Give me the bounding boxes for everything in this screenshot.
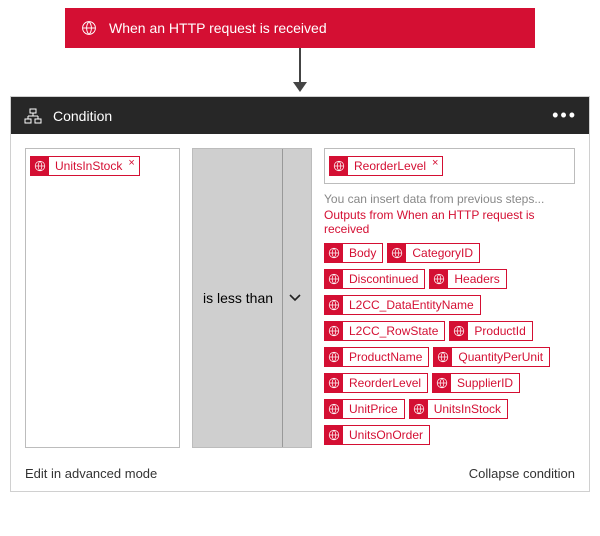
token-label: ReorderLevel [343, 374, 427, 392]
token-label: Body [343, 244, 382, 262]
http-globe-icon [325, 296, 343, 314]
outputs-token-pool: Body CategoryID Discontinued Headers L2CC_Da… [324, 240, 575, 448]
operator-select[interactable]: is less than [192, 148, 312, 448]
http-globe-icon [434, 348, 452, 366]
chevron-down-icon [282, 149, 301, 447]
output-token[interactable]: QuantityPerUnit [433, 347, 550, 367]
edit-advanced-link[interactable]: Edit in advanced mode [25, 466, 157, 481]
right-operand-input[interactable]: ReorderLevel × [324, 148, 575, 184]
operator-label: is less than [203, 290, 276, 306]
output-token[interactable]: CategoryID [387, 243, 480, 263]
http-globe-icon [325, 348, 343, 366]
http-globe-icon [79, 18, 99, 38]
collapse-condition-link[interactable]: Collapse condition [469, 466, 575, 481]
output-token[interactable]: UnitPrice [324, 399, 405, 419]
trigger-card[interactable]: When an HTTP request is received [65, 8, 535, 48]
more-menu-icon[interactable]: ••• [552, 105, 577, 126]
output-token[interactable]: L2CC_DataEntityName [324, 295, 481, 315]
token-label: UnitsInStock [428, 400, 507, 418]
left-operand-input[interactable]: UnitsInStock × [25, 148, 180, 448]
token-label: L2CC_RowState [343, 322, 444, 340]
http-globe-icon [433, 374, 451, 392]
output-token[interactable]: ReorderLevel [324, 373, 428, 393]
insert-hint: You can insert data from previous steps.… [324, 192, 575, 206]
http-globe-icon [325, 400, 343, 418]
output-token[interactable]: Body [324, 243, 383, 263]
token-label: Headers [448, 270, 505, 288]
token-label: ProductId [468, 322, 531, 340]
connector-arrow [0, 48, 600, 96]
output-token[interactable]: ProductId [449, 321, 532, 341]
http-globe-icon [325, 322, 343, 340]
http-globe-icon [325, 426, 343, 444]
output-token[interactable]: L2CC_RowState [324, 321, 445, 341]
output-token[interactable]: UnitsOnOrder [324, 425, 430, 445]
token-label: SupplierID [451, 374, 519, 392]
output-token[interactable]: ProductName [324, 347, 429, 367]
http-globe-icon [325, 270, 343, 288]
output-token[interactable]: Headers [429, 269, 506, 289]
http-globe-icon [325, 374, 343, 392]
http-globe-icon [450, 322, 468, 340]
token-label: UnitPrice [343, 400, 404, 418]
output-token[interactable]: Discontinued [324, 269, 425, 289]
token-right[interactable]: ReorderLevel × [329, 156, 443, 176]
http-globe-icon [31, 157, 49, 175]
token-left[interactable]: UnitsInStock × [30, 156, 140, 176]
token-label: UnitsInStock [49, 157, 128, 175]
condition-card: Condition ••• UnitsInStock × is less tha… [10, 96, 590, 492]
token-remove-icon[interactable]: × [128, 157, 138, 169]
http-globe-icon [330, 157, 348, 175]
http-globe-icon [430, 270, 448, 288]
output-token[interactable]: SupplierID [432, 373, 520, 393]
trigger-title: When an HTTP request is received [109, 20, 327, 36]
http-globe-icon [410, 400, 428, 418]
condition-header[interactable]: Condition ••• [11, 97, 589, 134]
token-label: ReorderLevel [348, 157, 432, 175]
outputs-title: Outputs from When an HTTP request is rec… [324, 208, 575, 236]
http-globe-icon [325, 244, 343, 262]
token-label: QuantityPerUnit [452, 348, 549, 366]
http-globe-icon [388, 244, 406, 262]
condition-title: Condition [53, 108, 552, 124]
token-label: L2CC_DataEntityName [343, 296, 480, 314]
output-token[interactable]: UnitsInStock [409, 399, 508, 419]
condition-icon [23, 106, 43, 126]
token-label: CategoryID [406, 244, 479, 262]
token-label: ProductName [343, 348, 428, 366]
token-label: UnitsOnOrder [343, 426, 429, 444]
token-remove-icon[interactable]: × [432, 157, 442, 169]
token-label: Discontinued [343, 270, 424, 288]
